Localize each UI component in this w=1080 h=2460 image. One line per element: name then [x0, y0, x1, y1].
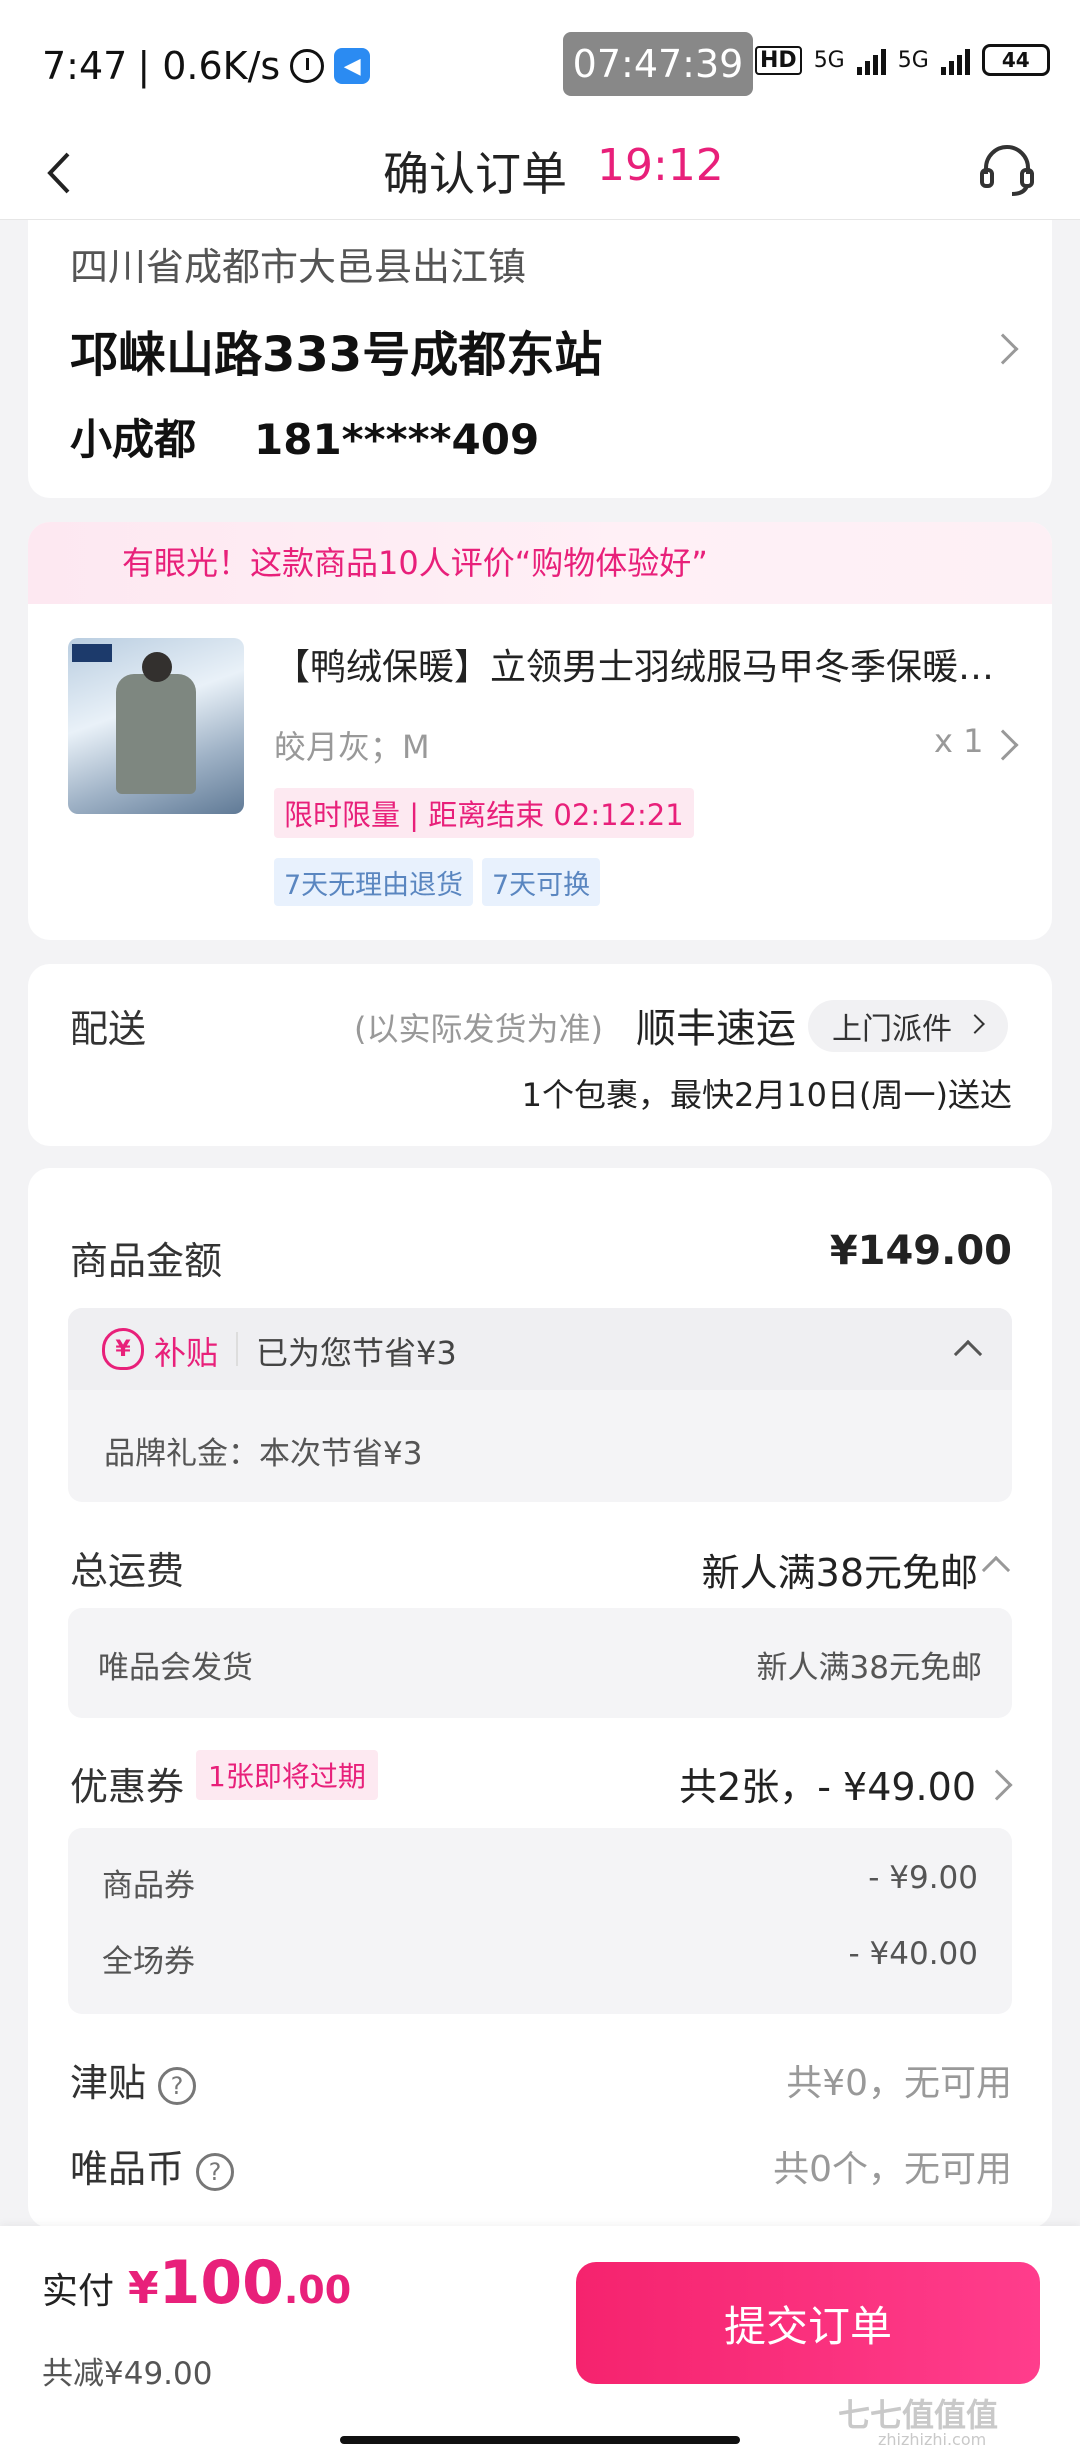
product-spec: 皎月灰；M — [274, 728, 430, 766]
order-countdown: 19:12 — [597, 140, 724, 191]
product-qty: x 1 — [934, 722, 984, 760]
delivery-card: 配送 (以实际发货为准) 顺丰速运 上门派件 1个包裹，最快2月10日(周一)送… — [28, 964, 1052, 1146]
coupon-value[interactable]: 共2张，- ¥49.00 — [679, 1756, 976, 1811]
app-notification-icon: ◀ — [334, 48, 371, 84]
coupon-detail-box: 商品券 - ¥9.00 全场券 - ¥40.00 — [68, 1828, 1012, 2014]
pay-amount-dec: .00 — [283, 2268, 352, 2312]
chevron-right-icon — [987, 333, 1019, 365]
vcoin-label: 唯品币 — [70, 2147, 185, 2191]
coupon-expiring-tag: 1张即将过期 — [196, 1750, 378, 1800]
signal-icon — [856, 45, 886, 75]
address-region: 四川省成都市大邑县出江镇 — [70, 245, 527, 289]
subsidy-label: 补贴 — [154, 1334, 219, 1372]
address-contact: 小成都 181*****409 — [70, 406, 539, 467]
delivery-note: (以实际发货为准) — [354, 1010, 603, 1048]
divider — [236, 1332, 238, 1366]
help-icon[interactable]: ? — [158, 2066, 197, 2105]
chevron-right-icon — [965, 1014, 985, 1034]
subsidy-box: ¥ 补贴 已为您节省¥3 品牌礼金：本次节省¥3 — [68, 1308, 1012, 1502]
pickup-option-button[interactable]: 上门派件 — [808, 1000, 1008, 1052]
address-card[interactable]: 四川省成都市大邑县出江镇 邛崃山路333号成都东站 小成都 181*****409 — [28, 220, 1052, 498]
status-bar: 7:47 | 0.6K/s ◀ 07:47:39 HD 5G 5G 44 — [0, 0, 1080, 130]
goods-amount-value: ¥149.00 — [829, 1228, 1012, 1274]
watermark-url: zhizhizhi.com — [878, 2430, 987, 2449]
subsidy-saved: 已为您节省¥3 — [256, 1334, 457, 1372]
headset-icon[interactable] — [976, 140, 1038, 202]
chevron-right-icon[interactable] — [987, 729, 1019, 761]
receiver-name: 小成都 — [70, 415, 197, 464]
status-right: HD 5G 5G 44 — [755, 44, 1050, 76]
signal-icon-2 — [940, 45, 970, 75]
pay-label: 实付 — [42, 2271, 115, 2312]
product-image-head — [142, 652, 172, 682]
shipping-value: 新人满38元免邮 — [701, 1551, 978, 1595]
shipping-label: 总运费 — [70, 1549, 185, 1593]
status-time: 7:47 — [42, 44, 128, 88]
shipper-box: 唯品会发货 新人满38元免邮 — [68, 1608, 1012, 1718]
service-tag-exchange: 7天可换 — [482, 858, 601, 906]
chevron-up-icon[interactable] — [981, 1555, 1011, 1585]
shipper-label: 唯品会发货 — [98, 1650, 253, 1686]
status-left: 7:47 | 0.6K/s ◀ — [42, 44, 371, 88]
price-card: 商品金额 ¥149.00 ¥ 补贴 已为您节省¥3 品牌礼金：本次节省¥3 总运… — [28, 1168, 1052, 2228]
battery-icon: 44 — [981, 44, 1050, 76]
coupon-label: 优惠券 — [70, 1765, 185, 1809]
product-image[interactable] — [68, 638, 244, 814]
submit-order-button[interactable]: 提交订单 — [576, 2262, 1040, 2384]
pay-amount: ¥100.00 — [128, 2248, 351, 2318]
subsidy-icon: ¥ — [102, 1328, 144, 1370]
coupon-item-label: 全场券 — [102, 1944, 195, 1980]
address-street: 邛崃山路333号成都东站 — [70, 327, 603, 383]
coupon-item-label: 商品券 — [102, 1868, 195, 1904]
allowance-label: 津贴 — [70, 2061, 147, 2105]
praise-banner: 有眼光！这款商品10人评价“购物体验好” — [28, 522, 1052, 604]
coupon-item-value: - ¥40.00 — [848, 1936, 978, 1972]
page-title: 确认订单 — [383, 147, 567, 201]
delivery-carrier: 顺丰速运 — [636, 1006, 796, 1052]
shipper-value: 新人满38元免邮 — [756, 1650, 982, 1686]
receiver-phone: 181*****409 — [254, 415, 540, 464]
product-card: 有眼光！这款商品10人评价“购物体验好” 【鸭绒保暖】立领男士羽绒服马甲冬季保暖… — [28, 522, 1052, 940]
status-net-speed: | 0.6K/s — [137, 44, 281, 88]
net-label-1: 5G — [813, 47, 845, 73]
net-label-2: 5G — [897, 47, 929, 73]
limited-time-tag: 限时限量 | 距离结束 02:12:21 — [274, 788, 694, 838]
allowance-row: 津贴? — [70, 2052, 197, 2107]
help-icon[interactable]: ? — [196, 2152, 235, 2191]
delivery-eta: 1个包裹，最快2月10日(周一)送达 — [521, 1076, 1012, 1114]
pay-amount-int: 100 — [158, 2248, 284, 2318]
back-icon[interactable] — [40, 148, 80, 198]
product-title[interactable]: 【鸭绒保暖】立领男士羽绒服马甲冬季保暖外套 — [274, 638, 1018, 690]
pay-currency: ¥ — [128, 2263, 159, 2314]
goods-amount-label: 商品金额 — [70, 1239, 223, 1283]
subsidy-header[interactable]: ¥ 补贴 已为您节省¥3 — [68, 1308, 1012, 1390]
product-image-badge — [72, 644, 112, 662]
product-image-coat — [116, 674, 196, 794]
hd-label: HD — [755, 45, 802, 75]
vcoin-row: 唯品币? — [70, 2138, 235, 2193]
total-saved: 共减¥49.00 — [42, 2356, 213, 2392]
home-indicator[interactable] — [340, 2436, 740, 2444]
service-tag-return: 7天无理由退货 — [274, 858, 474, 906]
delivery-label: 配送 — [70, 1007, 147, 1051]
chevron-right-icon[interactable] — [981, 1769, 1013, 1801]
title-bar: 确认订单 19:12 — [0, 130, 1080, 220]
clock-overlay: 07:47:39 — [563, 32, 753, 96]
allowance-value: 共¥0，无可用 — [786, 2063, 1012, 2104]
praise-text: 有眼光！这款商品10人评价“购物体验好” — [122, 544, 708, 582]
pickup-option-label: 上门派件 — [832, 1012, 952, 1047]
coupon-item-value: - ¥9.00 — [868, 1860, 978, 1896]
brand-gift-text: 品牌礼金：本次节省¥3 — [104, 1436, 423, 1472]
alarm-icon — [290, 49, 325, 83]
chevron-up-icon[interactable] — [953, 1339, 983, 1369]
vcoin-value: 共0个，无可用 — [773, 2149, 1012, 2190]
